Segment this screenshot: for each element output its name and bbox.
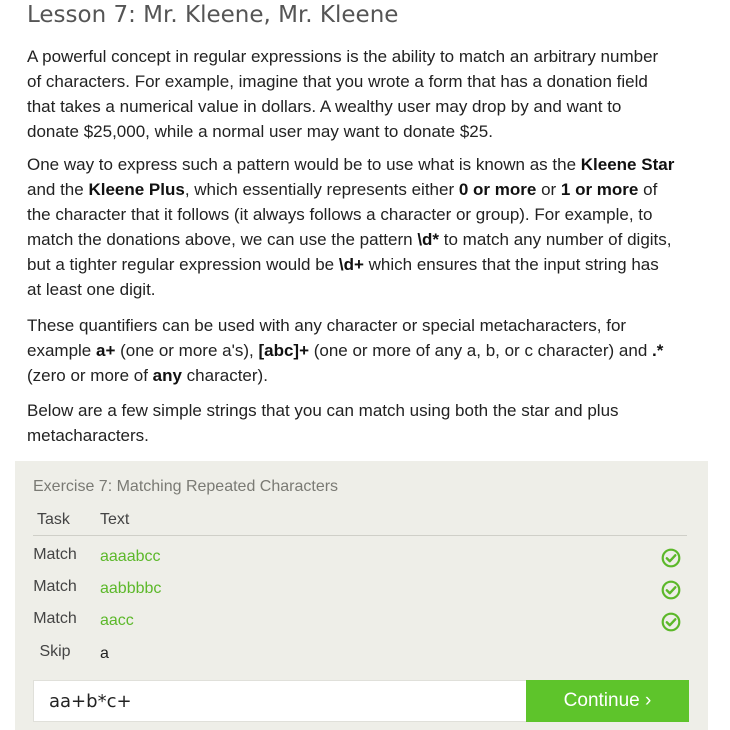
check-circle-icon (661, 548, 681, 568)
exercise-title: Exercise 7: Matching Repeated Characters (33, 478, 339, 495)
bold-term: [abc]+ (258, 341, 309, 360)
bold-term: .* (652, 341, 664, 360)
bold-term: 1 or more (560, 180, 639, 199)
text-run: or (536, 180, 561, 199)
task-label: Skip (39, 643, 71, 660)
task-text: aabbbbc (100, 580, 162, 597)
bold-term: \d+ (338, 255, 364, 274)
task-text: aacc (100, 612, 134, 629)
check-circle-icon (661, 580, 681, 600)
bold-term: Kleene Plus (88, 180, 185, 199)
text-run: character). (181, 366, 268, 385)
answer-bar: Continue › (33, 680, 689, 722)
bold-term: any (152, 366, 182, 385)
task-text: a (100, 645, 109, 662)
text-run: (zero or more of (27, 366, 153, 385)
task-label: Match (33, 578, 77, 595)
column-header-text: Text (100, 511, 130, 528)
text-run: and the (27, 180, 89, 199)
task-label: Match (33, 546, 77, 563)
intro-paragraph: A powerful concept in regular expression… (27, 47, 659, 141)
task-row: Skip a (33, 643, 687, 671)
quantifiers-paragraph: These quantifiers can be used with any c… (27, 313, 677, 388)
check-circle-icon (661, 612, 681, 632)
column-header-task: Task (37, 511, 70, 528)
bold-term: \d* (417, 230, 440, 249)
task-label: Match (33, 610, 77, 627)
exercise-intro-paragraph: Below are a few simple strings that you … (27, 401, 619, 445)
task-row: Match aacc (33, 610, 687, 638)
text-run: (one or more of any a, b, or c character… (309, 341, 652, 360)
bold-term: a+ (95, 341, 116, 360)
bold-term: Kleene Star (580, 155, 675, 174)
bold-term: 0 or more (458, 180, 537, 199)
continue-button[interactable]: Continue › (526, 680, 689, 722)
text-run: , which essentially represents either (184, 180, 459, 199)
task-row: Match aaaabcc (33, 546, 687, 574)
text-run: One way to express such a pattern would … (27, 155, 581, 174)
header-divider (33, 535, 687, 536)
task-text: aaaabcc (100, 548, 161, 565)
text-run: (one or more a's), (115, 341, 259, 360)
exercise-panel: Exercise 7: Matching Repeated Characters… (15, 461, 708, 730)
lesson-title: Lesson 7: Mr. Kleene, Mr. Kleene (27, 2, 399, 28)
regex-answer-input[interactable] (34, 681, 538, 721)
task-row: Match aabbbbc (33, 578, 687, 606)
kleene-paragraph: One way to express such a pattern would … (27, 152, 677, 302)
